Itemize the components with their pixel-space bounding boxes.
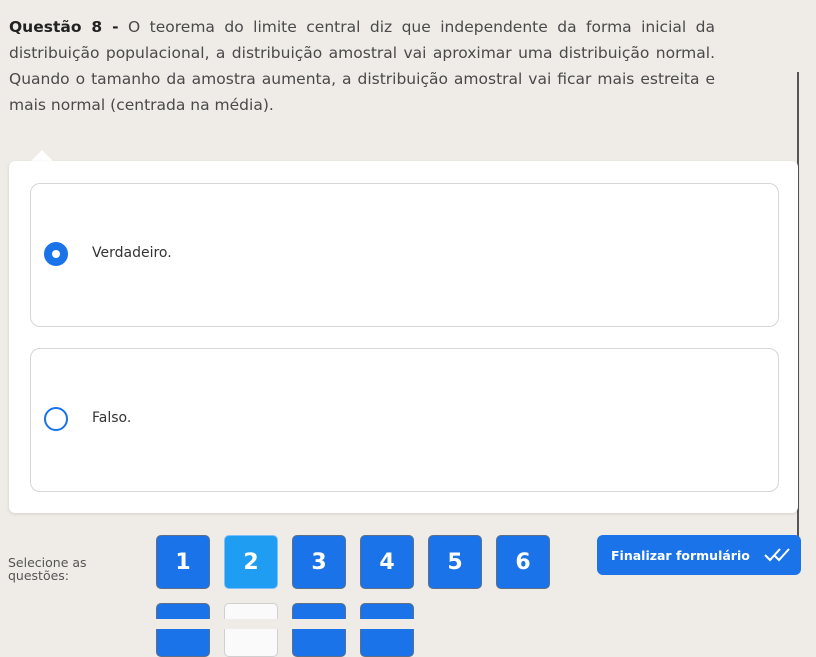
question-button-partial[interactable] [292,603,346,657]
question-button-3[interactable]: 3 [292,535,346,589]
bottom-edge [0,619,816,629]
option-false[interactable]: Falso. [30,348,779,492]
question-button-partial[interactable] [360,603,414,657]
option-label: Verdadeiro. [92,245,172,261]
question-button-2[interactable]: 2 [224,535,278,589]
finalize-form-button[interactable]: Finalizar formulário [597,535,801,575]
answer-panel: Verdadeiro. Falso. [9,161,798,513]
question-button-partial[interactable] [224,603,278,657]
finalize-label: Finalizar formulário [611,547,750,563]
question-button-4[interactable]: 4 [360,535,414,589]
question-button-6[interactable]: 6 [496,535,550,589]
option-true[interactable]: Verdadeiro. [30,183,779,327]
option-label: Falso. [92,410,132,426]
question-button-5[interactable]: 5 [428,535,482,589]
double-check-icon [764,548,790,562]
question-number: Questão 8 - [9,18,119,36]
select-questions-label: Selecione as questões: [8,555,87,583]
radio-unchecked-icon[interactable] [44,407,68,431]
question-text: Questão 8 - O teorema do limite central … [9,14,715,118]
question-button-partial[interactable] [156,603,210,657]
radio-checked-icon[interactable] [44,242,68,266]
question-button-1[interactable]: 1 [156,535,210,589]
